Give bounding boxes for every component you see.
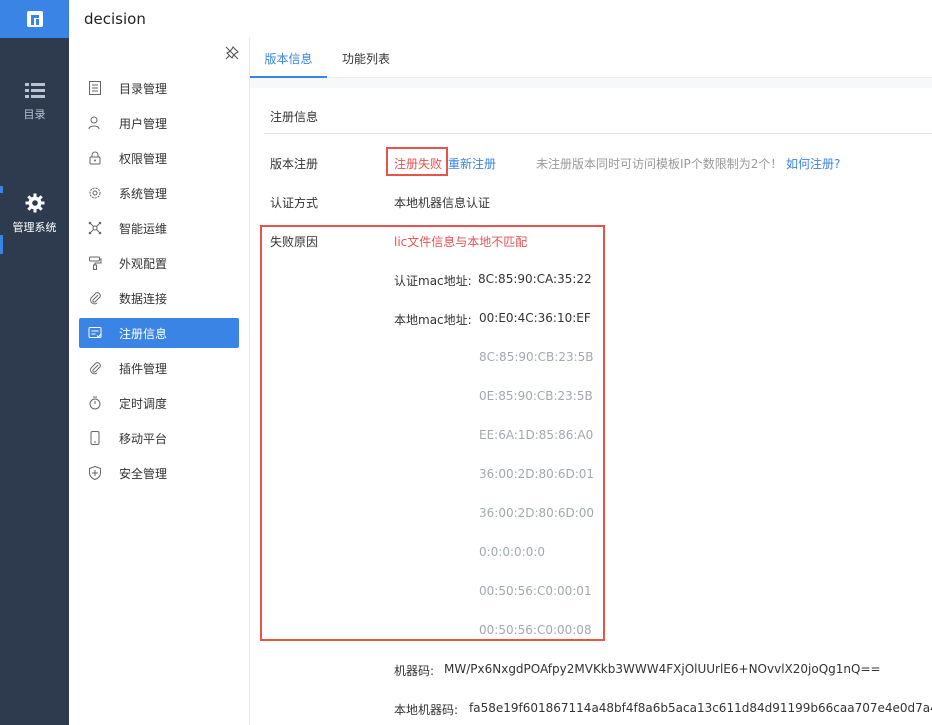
machine-code-value: MW/Px6NxgdPOAfpy2MVKkb3WWW4FXjOlUUrlE6+N… [444,662,881,676]
sidebar-item-system[interactable]: 系统管理 [79,178,239,208]
tab-version-info[interactable]: 版本信息 [250,38,327,78]
auth-method-value: 本地机器信息认证 [394,196,491,210]
local-machine-code-value: fa58e19f601867114a48bf4f8a6b5aca13c611d8… [469,701,932,715]
app-title: decision [84,10,146,28]
rail-item-label: 目录 [23,108,46,121]
version-label: 版本注册 [270,157,319,171]
sidebar-item-permissions[interactable]: 权限管理 [79,143,239,173]
gear-icon [25,193,44,213]
app-rail: 目录 管理系统 [0,0,69,725]
tab-feature-list[interactable]: 功能列表 [342,38,390,78]
fail-details-highlight-box [260,225,605,641]
lock-icon [87,150,103,166]
sidebar-item-users[interactable]: 用户管理 [79,108,239,138]
main-content: 版本信息 功能列表 注册信息 版本注册 注册失败 重新注册 未注册版本同时可访问… [250,38,932,725]
rail-item-directory[interactable]: 目录 [0,82,69,122]
sidebar-item-registration[interactable]: 注册信息 [79,318,239,348]
sidebar-item-label: 智能运维 [119,221,168,236]
sidebar-item-mobile[interactable]: 移动平台 [79,423,239,453]
directory-icon [87,80,103,96]
top-bar: decision [69,0,932,38]
registration-icon [87,325,103,341]
sidebar-item-appearance[interactable]: 外观配置 [79,248,239,278]
sidebar-item-label: 数据连接 [119,291,168,306]
rail-item-label: 管理系统 [12,221,57,234]
auth-method-label: 认证方式 [270,196,319,210]
registration-panel: 注册信息 版本注册 注册失败 重新注册 未注册版本同时可访问模板IP个数限制为2… [250,88,932,725]
sidebar-item-label: 目录管理 [119,81,168,96]
list-icon [24,83,45,98]
network-icon [87,220,103,236]
user-icon [87,115,103,131]
logo-icon [26,11,43,27]
plugin-icon [87,360,103,376]
pin-icon[interactable] [225,46,239,63]
sidebar-item-data-connection[interactable]: 数据连接 [79,283,239,313]
app-logo[interactable] [0,0,69,38]
section-divider [264,133,932,134]
sidebar: 目录管理 用户管理 权限管理 系统管理 智能运维 外观配置 数据连接 注册信息 … [69,38,250,725]
sidebar-item-ops[interactable]: 智能运维 [79,213,239,243]
mobile-icon [87,430,103,446]
rail-item-management[interactable]: 管理系统 [0,193,69,235]
machine-code-label: 机器码: [394,664,435,678]
status-highlight-box [386,147,448,176]
sidebar-item-label: 插件管理 [119,361,168,376]
sidebar-item-label: 用户管理 [119,116,168,131]
sidebar-item-security[interactable]: 安全管理 [79,458,239,488]
reregister-link[interactable]: 重新注册 [448,155,496,172]
sidebar-item-label: 移动平台 [119,431,168,446]
sidebar-item-label: 系统管理 [119,186,168,201]
gear-icon [87,185,103,201]
sidebar-item-label: 注册信息 [119,326,168,341]
registration-notice: 未注册版本同时可访问模板IP个数限制为2个！ [536,157,783,171]
local-machine-code-label: 本地机器码: [394,703,459,717]
shield-icon [87,465,103,481]
sidebar-item-schedule[interactable]: 定时调度 [79,388,239,418]
sidebar-item-plugins[interactable]: 插件管理 [79,353,239,383]
sidebar-item-label: 定时调度 [119,396,168,411]
sidebar-item-label: 权限管理 [119,151,168,166]
timer-icon [87,395,103,411]
section-title: 注册信息 [270,110,319,124]
sidebar-item-label: 安全管理 [119,466,168,481]
sidebar-item-directory[interactable]: 目录管理 [79,73,239,103]
sidebar-item-label: 外观配置 [119,256,168,271]
paperclip-icon [87,290,103,306]
paint-roller-icon [87,255,103,271]
tab-bar: 版本信息 功能列表 [250,38,932,78]
how-to-register-link[interactable]: 如何注册? [786,155,840,172]
